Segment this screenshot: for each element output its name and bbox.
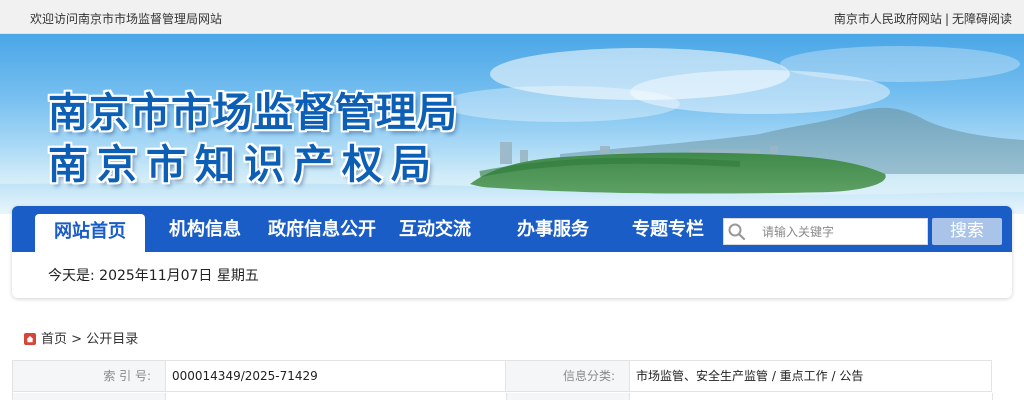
top-links: 南京市人民政府网站 | 无障碍阅读 xyxy=(834,10,1012,27)
welcome-text: 欢迎访问南京市市场监督管理局网站 xyxy=(30,12,223,26)
breadcrumb-current[interactable]: 公开目录 xyxy=(86,332,138,347)
top-bar: 欢迎访问南京市市场监督管理局网站 南京市人民政府网站 | 无障碍阅读 xyxy=(0,0,1024,34)
nav-item-org-info[interactable]: 机构信息 xyxy=(160,206,250,252)
search-button[interactable]: 搜索 xyxy=(932,218,1002,245)
search-box xyxy=(723,218,928,245)
search-icon xyxy=(728,223,746,241)
gov-site-link[interactable]: 南京市人民政府网站 xyxy=(834,12,942,26)
nav-item-special-topics[interactable]: 专题专栏 xyxy=(623,206,713,252)
nav-item-services[interactable]: 办事服务 xyxy=(508,206,598,252)
nav-item-home[interactable]: 网站首页 xyxy=(35,214,145,252)
category-label: 信息分类: xyxy=(506,361,630,392)
nav-panel: 网站首页 机构信息 政府信息公开 互动交流 办事服务 专题专栏 搜索 今天是: … xyxy=(12,206,1012,298)
main-nav: 网站首页 机构信息 政府信息公开 互动交流 办事服务 专题专栏 搜索 xyxy=(12,206,1012,252)
category-value: 市场监管、安全生产监管 / 重点工作 / 公告 xyxy=(630,361,992,392)
info-table-next-row xyxy=(13,393,993,400)
info-table: 索 引 号: 000014349/2025-71429 信息分类: 市场监管、安… xyxy=(12,360,993,400)
site-title-line1: 南京市市场监督管理局 xyxy=(48,89,458,136)
header-banner: 南京市市场监督管理局 南京市知识产权局 xyxy=(0,34,1024,214)
breadcrumb-home[interactable]: 首页 xyxy=(41,332,67,347)
index-number-value: 000014349/2025-71429 xyxy=(166,361,506,392)
current-date: 今天是: 2025年11月07日 星期五 xyxy=(48,268,259,284)
index-number-label: 索 引 号: xyxy=(13,361,166,392)
top-link-separator: | xyxy=(944,12,949,26)
breadcrumb: 首页 > 公开目录 xyxy=(24,328,138,347)
search-input[interactable] xyxy=(762,221,922,243)
nav-item-gov-info-disclosure[interactable]: 政府信息公开 xyxy=(262,206,382,252)
home-icon xyxy=(24,333,36,345)
nav-item-interaction[interactable]: 互动交流 xyxy=(390,206,480,252)
accessibility-link[interactable]: 无障碍阅读 xyxy=(952,12,1012,26)
breadcrumb-separator: > xyxy=(71,332,83,347)
site-title-line2: 南京市知识产权局 xyxy=(48,141,440,188)
